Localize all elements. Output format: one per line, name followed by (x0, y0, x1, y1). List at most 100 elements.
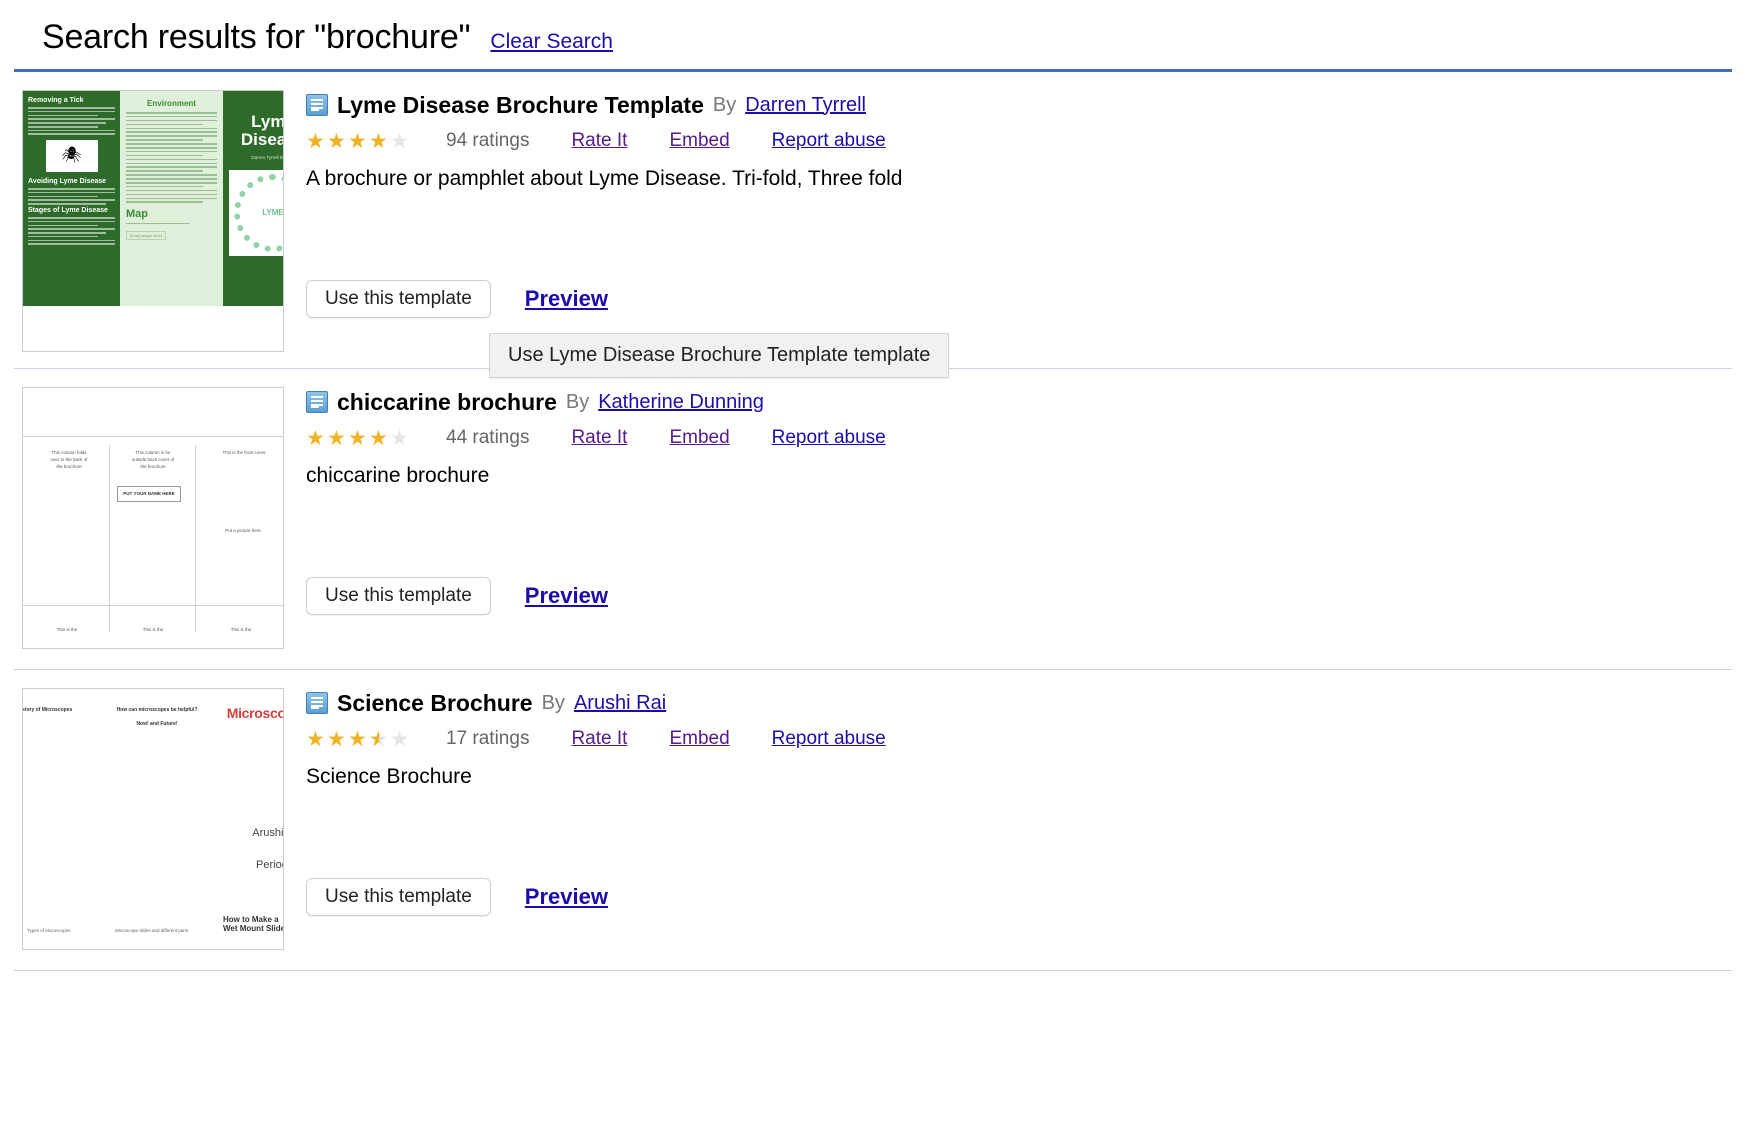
star-icon: ★ (306, 426, 325, 450)
thumb-col2-sub: Now! and Future! (136, 721, 178, 727)
result-meta-line: ★ ★ ★ ★ ★ 94 ratings Rate It Embed Repor… (306, 129, 1732, 153)
star-icon: ★ (348, 426, 367, 450)
star-rating[interactable]: ★ ★ ★ ★ ★ (306, 131, 410, 152)
result-content: Science Brochure By Arushi Rai ★ ★ ★ ★ ★… (284, 688, 1732, 916)
thumb-foot-1: This is the (56, 627, 78, 633)
ratings-count: 17 ratings (446, 728, 530, 749)
thumb-col3-text: This is the front cover (222, 450, 266, 455)
result-actions: Use this template Preview (306, 577, 608, 615)
thumb-col1-text: This column folds over to the back of th… (50, 450, 88, 469)
use-template-button[interactable]: Use this template (306, 280, 491, 318)
embed-link[interactable]: Embed (669, 427, 729, 449)
thumb-map-rule (126, 222, 190, 225)
by-label: By (565, 390, 590, 413)
thumb-foot-3: How to Make a Wet Mount Slide (223, 915, 284, 933)
result-content: chiccarine brochure By Katherine Dunning… (284, 387, 1732, 615)
result-row: This column folds over to the back of th… (0, 369, 1746, 669)
template-description: chiccarine brochure (306, 464, 490, 487)
star-rating[interactable]: ★ ★ ★ ★ ★ (306, 729, 410, 750)
thumb-cover-title: Lyme Disease (240, 112, 284, 149)
thumb-col2-text: This column is for outside back cover of… (131, 450, 175, 469)
result-meta-line: ★ ★ ★ ★ ★ 17 ratings Rate It Embed Repor… (306, 727, 1732, 751)
thumb-col3-note: Put a picture here (225, 528, 261, 533)
template-title[interactable]: Science Brochure (337, 690, 533, 717)
thumb-author-name: Arushi Rai (252, 827, 284, 839)
star-icon: ★ (390, 426, 409, 450)
thumb-foot-1: Types of Microscopes (27, 928, 71, 933)
template-description: A brochure or pamphlet about Lyme Diseas… (306, 167, 903, 190)
star-icon: ★ (369, 129, 388, 153)
author-link[interactable]: Darren Tyrrell (745, 94, 866, 117)
document-icon (306, 692, 328, 714)
preview-link[interactable]: Preview (525, 884, 608, 910)
star-rating[interactable]: ★ ★ ★ ★ ★ (306, 428, 410, 449)
author-link[interactable]: Katherine Dunning (598, 391, 764, 414)
thumb-heading-2: Avoiding Lyme Disease (28, 178, 107, 186)
thumb-seal-area: LYME (229, 169, 283, 256)
result-row: History of Microscopes How can microscop… (0, 670, 1746, 970)
author-link[interactable]: Arushi Rai (574, 692, 666, 715)
result-content: Lyme Disease Brochure Template By Darren… (284, 90, 1732, 378)
rate-it-link[interactable]: Rate It (571, 130, 627, 152)
template-title[interactable]: Lyme Disease Brochure Template (337, 92, 704, 119)
star-icon: ★ (348, 727, 367, 751)
template-thumbnail[interactable]: History of Microscopes How can microscop… (22, 688, 284, 950)
star-icon: ★ (348, 129, 367, 153)
preview-link[interactable]: Preview (525, 286, 608, 312)
star-icon: ★ (306, 129, 325, 153)
thumb-foot-2: Microscope slides and different parts (115, 928, 189, 933)
thumb-col2-heading: How can microscopes be helpful? (116, 707, 198, 713)
page-title: Search results for "brochure" (42, 18, 471, 56)
star-icon: ★ (369, 426, 388, 450)
template-description: Science Brochure (306, 765, 472, 788)
thumb-text-lines (28, 107, 115, 136)
result-actions: Use this template Preview (306, 878, 608, 916)
by-label: By (541, 691, 565, 714)
preview-link[interactable]: Preview (525, 583, 608, 609)
thumb-env-heading: Environment (147, 99, 196, 108)
result-actions: Use this template Preview (306, 280, 608, 318)
star-icon: ★ (390, 727, 409, 751)
thumb-env-lines (126, 112, 217, 203)
template-thumbnail[interactable]: Removing a Tick 🕷 Avoiding Lyme Disease … (22, 90, 284, 352)
thumb-text-lines-3 (28, 216, 115, 246)
star-icon: ★ (327, 727, 346, 751)
report-abuse-link[interactable]: Report abuse (772, 728, 886, 750)
search-results-list: Removing a Tick 🕷 Avoiding Lyme Disease … (0, 72, 1746, 971)
thumb-period: Period 2 (256, 859, 283, 871)
result-row: Removing a Tick 🕷 Avoiding Lyme Disease … (0, 72, 1746, 378)
thumb-foot-2: This is the (142, 627, 164, 633)
embed-link[interactable]: Embed (669, 130, 729, 152)
thumb-foot-3: This is the (230, 627, 252, 633)
thumb-cover-byline: Darren Tyrrell Block 3 (251, 154, 284, 160)
rate-it-link[interactable]: Rate It (571, 427, 627, 449)
document-icon (306, 391, 328, 413)
use-template-button[interactable]: Use this template (306, 878, 491, 916)
document-icon (306, 94, 328, 116)
result-meta-line: ★ ★ ★ ★ ★ 44 ratings Rate It Embed Repor… (306, 426, 1732, 450)
seal-icon: LYME (234, 173, 283, 252)
tick-image: 🕷 (45, 140, 98, 173)
star-icon: ★ (306, 727, 325, 751)
thumb-heading: Removing a Tick (28, 97, 84, 104)
ratings-count: 44 ratings (446, 427, 530, 448)
thumb-text-lines-2 (28, 188, 115, 205)
star-icon: ★ (327, 129, 346, 153)
ratings-count: 94 ratings (446, 130, 530, 151)
star-icon: ★ (390, 129, 409, 153)
rate-it-link[interactable]: Rate It (571, 728, 627, 750)
clear-search-link[interactable]: Clear Search (490, 30, 613, 54)
by-label: By (712, 93, 737, 116)
thumb-map-caption: [Drag image here] (126, 231, 167, 241)
result-title-line: Lyme Disease Brochure Template By Darren… (306, 90, 1732, 120)
template-title[interactable]: chiccarine brochure (337, 389, 557, 416)
report-abuse-link[interactable]: Report abuse (772, 130, 886, 152)
template-thumbnail[interactable]: This column folds over to the back of th… (22, 387, 284, 649)
thumb-heading-3: Stages of Lyme Disease (28, 206, 108, 214)
report-abuse-link[interactable]: Report abuse (772, 427, 886, 449)
thumb-col1-lines (23, 725, 83, 733)
embed-link[interactable]: Embed (669, 728, 729, 750)
result-title-line: Science Brochure By Arushi Rai (306, 688, 1732, 718)
use-template-button[interactable]: Use this template (306, 577, 491, 615)
result-separator (14, 970, 1732, 971)
